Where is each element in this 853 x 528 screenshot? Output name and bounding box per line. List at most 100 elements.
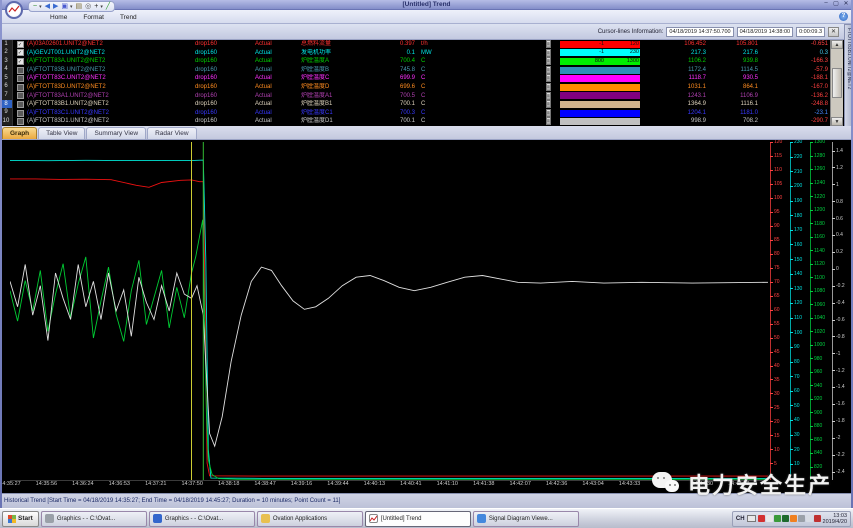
maximize-icon[interactable]: ▢ xyxy=(832,0,840,7)
point-name[interactable]: (A)FTOTT83D.UNIT2@NET2 xyxy=(27,83,195,92)
table-row[interactable]: 6(A)FTOTT83D.UNIT2@NET2drop160Actual炉膛温度… xyxy=(0,83,853,92)
scale-bar-fill[interactable] xyxy=(560,101,640,108)
visibility-checkbox[interactable]: ✓ xyxy=(13,49,27,56)
scroll-up-icon[interactable]: ▲ xyxy=(831,40,843,49)
checkbox-icon[interactable]: ✓ xyxy=(17,58,24,65)
checkbox-icon[interactable] xyxy=(17,101,24,108)
scale-bar-fill[interactable] xyxy=(560,92,640,99)
tab-table-view[interactable]: Table View xyxy=(38,127,85,139)
point-settings-button[interactable]: ≡ xyxy=(546,92,560,101)
point-name[interactable]: (A)FTOTT83A1.UNIT2@NET2 xyxy=(27,92,195,101)
checkbox-icon[interactable]: ✓ xyxy=(17,49,24,56)
scale-bar[interactable] xyxy=(560,75,642,82)
point-settings-icon[interactable]: ≡ xyxy=(546,100,551,108)
cursor-info-close-button[interactable]: ✕ xyxy=(828,27,839,37)
menu-item-trend[interactable]: Trend xyxy=(120,14,137,21)
checkbox-icon[interactable] xyxy=(17,75,24,82)
table-row[interactable]: 8(A)FTOTT83B1.UNIT2@NET2drop160Actual炉膛温… xyxy=(0,100,853,109)
menu-item-format[interactable]: Format xyxy=(83,14,104,21)
point-settings-button[interactable]: ≡ xyxy=(546,109,560,118)
pen-trend-icon[interactable]: ╱ xyxy=(106,2,110,11)
table-scrollbar[interactable]: ▲ ▼ xyxy=(830,40,843,126)
language-indicator[interactable]: CH xyxy=(736,516,745,522)
point-settings-icon[interactable]: ≡ xyxy=(546,57,551,65)
point-name[interactable]: (A)FTOTT83C.UNIT2@NET2 xyxy=(27,74,195,83)
visibility-checkbox[interactable] xyxy=(13,67,27,74)
scale-bar-fill[interactable] xyxy=(560,67,640,74)
update-icon[interactable] xyxy=(790,515,797,522)
point-settings-button[interactable]: ≡ xyxy=(546,49,560,58)
cursor-time2-field[interactable]: 04/18/2019 14:38:00 xyxy=(737,27,793,37)
point-name[interactable]: (A)FTOTT83C1.UNIT2@NET2 xyxy=(27,109,195,118)
scale-bar-fill[interactable]: 8001300 xyxy=(560,58,640,65)
chart-plot-area[interactable] xyxy=(10,142,768,480)
point-settings-icon[interactable]: ≡ xyxy=(546,66,551,74)
point-settings-button[interactable]: ≡ xyxy=(546,83,560,92)
point-settings-icon[interactable]: ≡ xyxy=(546,40,551,48)
point-settings-icon[interactable]: ≡ xyxy=(546,92,551,100)
scale-bar[interactable] xyxy=(560,118,642,125)
point-settings-icon[interactable]: ≡ xyxy=(546,117,551,125)
scale-bar[interactable] xyxy=(560,84,642,91)
point-settings-button[interactable]: ≡ xyxy=(546,40,560,49)
chevron-down-icon[interactable]: ▾ xyxy=(39,4,42,10)
start-button[interactable]: Start xyxy=(2,511,39,527)
scale-bar-fill[interactable] xyxy=(560,118,640,125)
checkbox-icon[interactable]: ✓ xyxy=(17,41,24,48)
scale-bar-fill[interactable]: -1230 xyxy=(560,49,640,56)
add-icon[interactable]: + xyxy=(94,2,98,11)
point-settings-button[interactable]: ≡ xyxy=(546,57,560,66)
warning-icon[interactable] xyxy=(814,515,821,522)
checkbox-icon[interactable] xyxy=(17,84,24,91)
point-name[interactable]: (A)GEVJT001.UNIT2@NET2 xyxy=(27,49,195,58)
visibility-checkbox[interactable] xyxy=(13,110,27,117)
tray-clock[interactable]: 13:03 2019/4/20 xyxy=(823,513,847,525)
report-icon[interactable]: ▤ xyxy=(76,2,83,11)
point-name[interactable]: (A)FTOTT83A.UNIT2@NET2 xyxy=(27,57,195,66)
point-settings-icon[interactable]: ≡ xyxy=(546,49,551,57)
cursor-time1-field[interactable]: 04/18/2019 14:37:50.700 xyxy=(666,27,733,37)
point-settings-icon[interactable]: ≡ xyxy=(546,83,551,91)
taskbar-item[interactable]: Graphics - - C:\Ovat... xyxy=(41,511,147,527)
zoom-icon[interactable]: ◎ xyxy=(85,2,91,11)
scrollbar-thumb[interactable] xyxy=(832,68,842,98)
taskbar-item[interactable]: Graphics - - C:\Ovat... xyxy=(149,511,255,527)
app-logo-icon[interactable] xyxy=(5,1,23,19)
window-titlebar[interactable]: [Untitled] Trend – ▢ ✕ xyxy=(0,0,853,10)
checkbox-icon[interactable] xyxy=(17,92,24,99)
point-settings-button[interactable]: ≡ xyxy=(546,66,560,75)
visibility-checkbox[interactable] xyxy=(13,92,27,99)
cursor-span-field[interactable]: 0:00:09.3 xyxy=(796,27,825,37)
volume-icon[interactable] xyxy=(806,515,813,522)
checkbox-icon[interactable] xyxy=(17,118,24,125)
help-icon[interactable]: ? xyxy=(839,12,848,21)
table-row[interactable]: 10(A)FTOTT83D1.UNIT2@NET2drop160Actual炉膛… xyxy=(0,117,853,126)
point-settings-icon[interactable]: ≡ xyxy=(546,74,551,82)
visibility-checkbox[interactable]: ✓ xyxy=(13,41,27,48)
visibility-checkbox[interactable] xyxy=(13,75,27,82)
scale-bar[interactable] xyxy=(560,101,642,108)
point-settings-icon[interactable]: ≡ xyxy=(546,109,551,117)
tab-radar-view[interactable]: Radar View xyxy=(147,127,196,139)
tab-graph[interactable]: Graph xyxy=(2,127,37,139)
table-row[interactable]: 2✓(A)GEVJT001.UNIT2@NET2drop160Actual发电机… xyxy=(0,49,853,58)
table-row[interactable]: 7(A)FTOTT83A1.UNIT2@NET2drop160Actual炉膛温… xyxy=(0,92,853,101)
table-row[interactable]: 9(A)FTOTT83C1.UNIT2@NET2drop160Actual炉膛温… xyxy=(0,109,853,118)
tab-summary-view[interactable]: Summary View xyxy=(86,127,146,139)
window-layout-icon[interactable]: ▣ xyxy=(61,2,68,11)
alert-icon[interactable] xyxy=(758,515,765,522)
scale-bar[interactable] xyxy=(560,67,642,74)
taskbar-item[interactable]: Ovation Applications xyxy=(257,511,363,527)
point-settings-button[interactable]: ≡ xyxy=(546,100,560,109)
flag-icon[interactable] xyxy=(766,515,773,522)
table-row[interactable]: 4(A)FTOTT83B.UNIT2@NET2drop160Actual炉膛温度… xyxy=(0,66,853,75)
visibility-checkbox[interactable] xyxy=(13,101,27,108)
forward-icon[interactable]: ▶ xyxy=(53,2,58,11)
scroll-down-icon[interactable]: ▼ xyxy=(831,117,843,126)
point-name[interactable]: (A)FTOTT83B.UNIT2@NET2 xyxy=(27,66,195,75)
keyboard-icon[interactable] xyxy=(747,515,756,522)
scale-bar[interactable]: -1120 xyxy=(560,41,642,48)
minimize-icon[interactable]: – xyxy=(822,0,830,7)
checkbox-icon[interactable] xyxy=(17,67,24,74)
table-row[interactable]: 5(A)FTOTT83C.UNIT2@NET2drop160Actual炉膛温度… xyxy=(0,74,853,83)
